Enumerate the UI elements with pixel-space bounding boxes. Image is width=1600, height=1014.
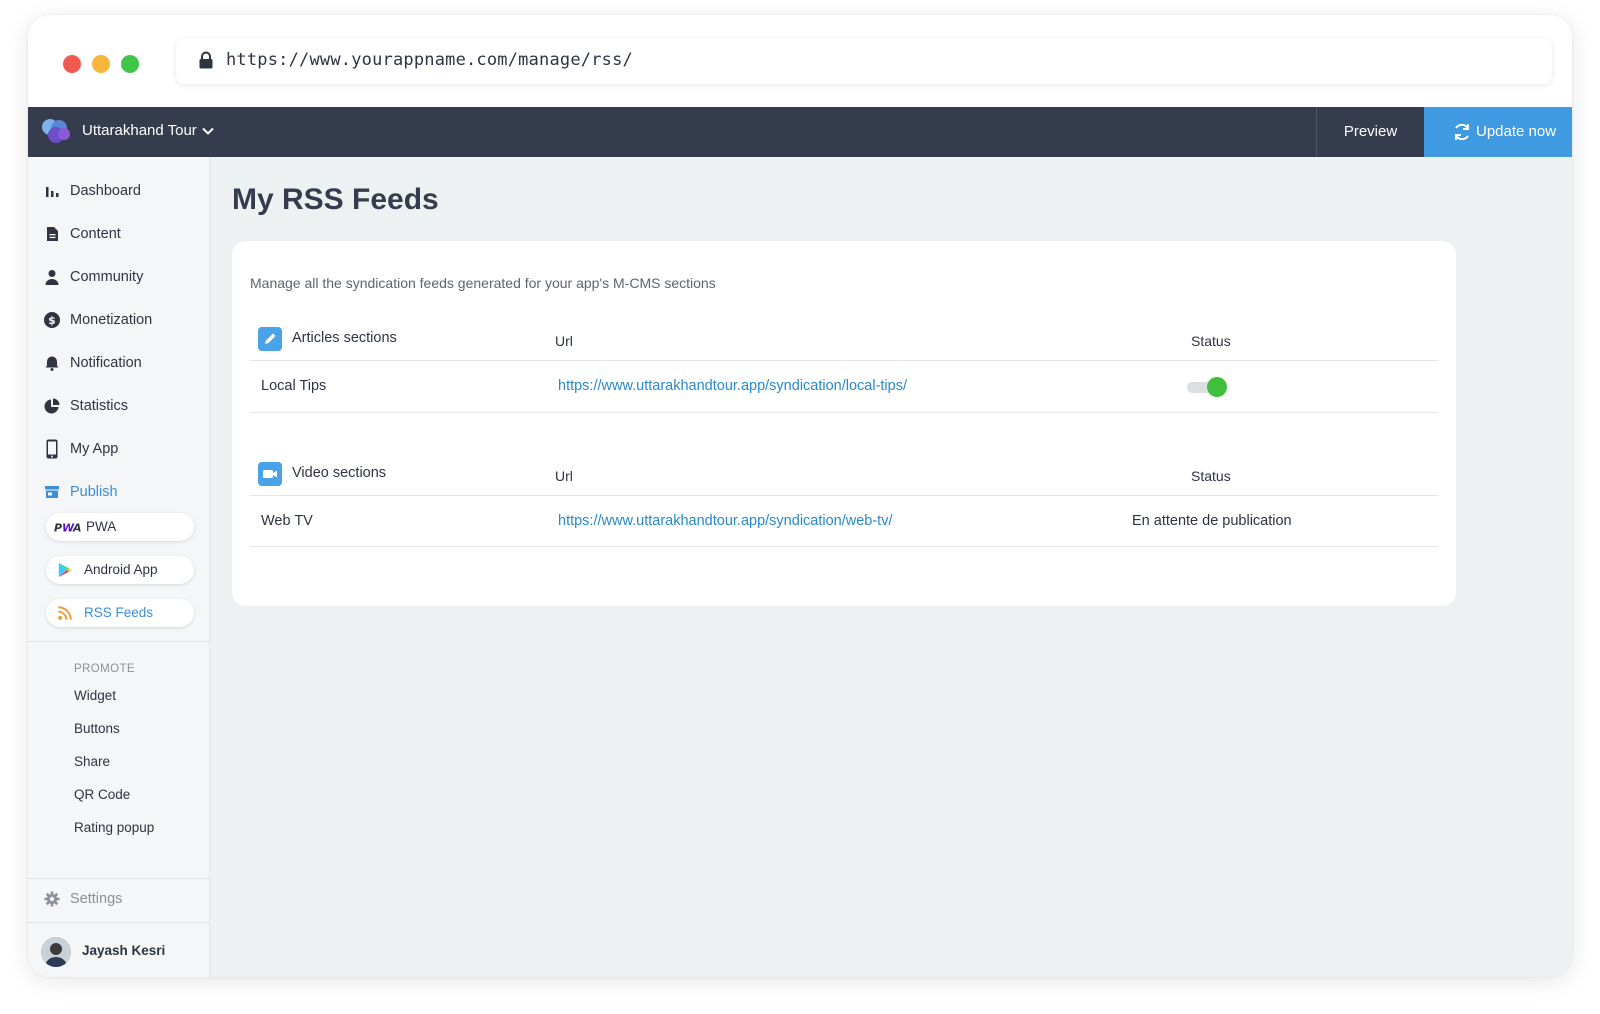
- main-content: My RSS Feeds Manage all the syndication …: [210, 157, 1572, 977]
- update-now-label: Update now: [1476, 123, 1557, 140]
- page-title: My RSS Feeds: [232, 183, 439, 216]
- articles-section-header: Articles sections Url Status: [250, 327, 1438, 361]
- url-text: https://www.yourappname.com/manage/rss/: [226, 50, 633, 70]
- phone-icon: [46, 439, 58, 459]
- sidebar-item-monetization[interactable]: $ Monetization: [28, 300, 210, 340]
- promote-item-share[interactable]: Share: [74, 754, 110, 769]
- sidebar-divider: [28, 641, 210, 642]
- chevron-down-icon[interactable]: [201, 124, 215, 138]
- dollar-icon: $: [44, 312, 60, 328]
- sidebar-item-notification[interactable]: Notification: [28, 343, 210, 383]
- document-icon: [47, 227, 58, 241]
- feed-name: Web TV: [261, 513, 313, 529]
- sidebar-subitem-pwa[interactable]: P W A PWA: [46, 513, 194, 541]
- preview-button[interactable]: Preview: [1316, 107, 1424, 157]
- sidebar-item-my-app[interactable]: My App: [28, 429, 210, 469]
- svg-text:P: P: [54, 522, 62, 535]
- pencil-icon: [258, 327, 282, 351]
- page-description: Manage all the syndication feeds generat…: [250, 275, 716, 291]
- video-camera-icon: [258, 462, 282, 486]
- gear-icon: [44, 891, 60, 907]
- maximize-window-button[interactable]: [121, 55, 139, 73]
- svg-text:A: A: [72, 522, 82, 535]
- sidebar-subitem-android-app[interactable]: Android App: [46, 556, 194, 584]
- close-window-button[interactable]: [63, 55, 81, 73]
- avatar-image: [41, 937, 71, 967]
- video-section-header: Video sections Url Status: [250, 462, 1438, 496]
- pie-chart-icon: [44, 398, 60, 414]
- sidebar-item-settings[interactable]: Settings: [28, 879, 210, 921]
- update-now-button[interactable]: Update now: [1424, 107, 1572, 157]
- app-logo-icon: [42, 119, 70, 143]
- minimize-window-button[interactable]: [92, 55, 110, 73]
- store-icon: [45, 486, 59, 498]
- svg-text:$: $: [48, 314, 56, 327]
- rss-icon: [58, 606, 72, 620]
- bar-chart-icon: [46, 187, 59, 197]
- status-column-header: Status: [1191, 468, 1231, 484]
- feed-name: Local Tips: [261, 378, 327, 394]
- promote-heading: PROMOTE: [74, 663, 135, 675]
- address-bar[interactable]: https://www.yourappname.com/manage/rss/: [176, 38, 1552, 84]
- feed-status-toggle[interactable]: [1187, 377, 1227, 397]
- sidebar-item-statistics[interactable]: Statistics: [28, 386, 210, 426]
- promote-item-rating-popup[interactable]: Rating popup: [74, 820, 154, 835]
- sidebar-item-publish[interactable]: Publish: [28, 472, 210, 512]
- status-column-header: Status: [1191, 333, 1231, 349]
- refresh-icon: [1455, 123, 1469, 141]
- app-switcher[interactable]: Uttarakhand Tour: [82, 122, 197, 139]
- bell-icon: [45, 356, 59, 371]
- promote-item-qr-code[interactable]: QR Code: [74, 787, 130, 802]
- user-profile[interactable]: Jayash Kesri: [28, 923, 210, 977]
- browser-window: https://www.yourappname.com/manage/rss/ …: [28, 15, 1572, 977]
- table-row: Local Tips https://www.uttarakhandtour.a…: [250, 361, 1438, 413]
- user-icon: [45, 270, 59, 285]
- pwa-icon: P W A: [54, 522, 82, 535]
- sidebar-item-community[interactable]: Community: [28, 257, 210, 297]
- promote-item-widget[interactable]: Widget: [74, 688, 116, 703]
- promote-item-buttons[interactable]: Buttons: [74, 721, 120, 736]
- url-column-header: Url: [555, 468, 573, 484]
- app-header: Uttarakhand Tour Preview Update now: [28, 107, 1572, 157]
- feed-url-link[interactable]: https://www.uttarakhandtour.app/syndicat…: [558, 378, 907, 394]
- status-badge: En attente de publication: [1132, 513, 1292, 529]
- lock-icon: [199, 51, 213, 69]
- avatar: [41, 937, 71, 967]
- sidebar: Dashboard Content Community $ Monetizati…: [28, 157, 210, 977]
- rss-feeds-card: Manage all the syndication feeds generat…: [232, 241, 1456, 606]
- toggle-knob: [1207, 377, 1227, 397]
- play-store-icon: [58, 562, 73, 578]
- feed-url-link[interactable]: https://www.uttarakhandtour.app/syndicat…: [558, 513, 893, 529]
- sidebar-subitem-rss-feeds[interactable]: RSS Feeds: [46, 599, 194, 627]
- url-column-header: Url: [555, 333, 573, 349]
- sidebar-item-content[interactable]: Content: [28, 214, 210, 254]
- browser-toolbar: https://www.yourappname.com/manage/rss/: [28, 15, 1572, 107]
- table-row: Web TV https://www.uttarakhandtour.app/s…: [250, 496, 1438, 547]
- sidebar-item-dashboard[interactable]: Dashboard: [28, 171, 210, 211]
